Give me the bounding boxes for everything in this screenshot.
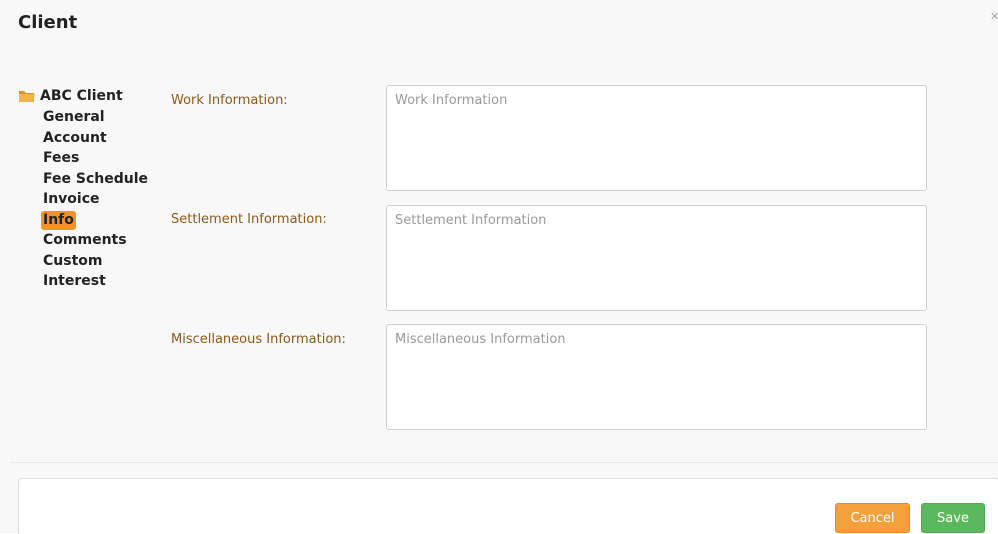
cancel-button[interactable]: Cancel <box>835 503 910 533</box>
nav-item-invoice[interactable]: Invoice <box>41 189 102 210</box>
settlement-information-field[interactable] <box>386 205 927 311</box>
folder-icon <box>18 89 36 103</box>
nav-item-info[interactable]: Info <box>41 210 76 230</box>
nav-item-fee-schedule[interactable]: Fee Schedule <box>41 169 150 190</box>
client-dialog: Client ✕ ABC Client General Account Fees… <box>0 0 998 534</box>
nav-item-account[interactable]: Account <box>41 128 109 149</box>
nav-root-abc-client[interactable]: ABC Client <box>18 86 150 106</box>
save-button[interactable]: Save <box>921 503 985 533</box>
nav-item-general[interactable]: General <box>41 107 107 128</box>
settlement-information-label: Settlement Information: <box>171 212 327 227</box>
divider <box>10 462 998 463</box>
dialog-title: Client <box>18 12 78 33</box>
nav-root-label: ABC Client <box>40 88 123 104</box>
nav-item-fees[interactable]: Fees <box>41 148 81 169</box>
work-information-field[interactable] <box>386 85 927 191</box>
nav-item-comments[interactable]: Comments <box>41 230 129 251</box>
miscellaneous-information-field[interactable] <box>386 324 927 430</box>
miscellaneous-information-label: Miscellaneous Information: <box>171 332 346 347</box>
nav-tree: ABC Client General Account Fees Fee Sche… <box>18 86 150 292</box>
close-icon[interactable]: ✕ <box>990 10 998 23</box>
work-information-label: Work Information: <box>171 93 288 108</box>
nav-item-custom[interactable]: Custom <box>41 251 104 272</box>
nav-item-interest[interactable]: Interest <box>41 271 108 292</box>
